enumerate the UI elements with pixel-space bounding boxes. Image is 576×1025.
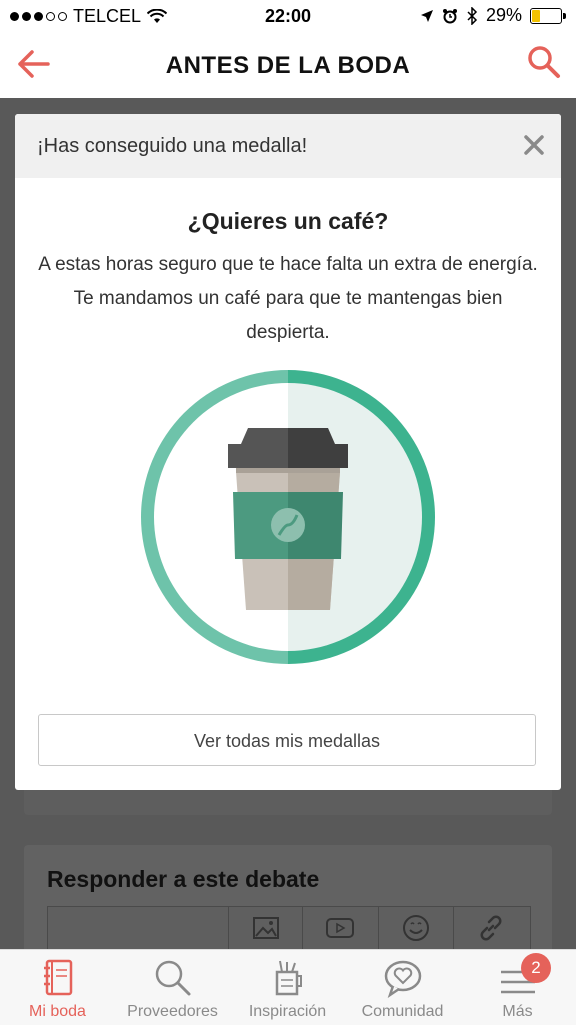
nav-bar: ANTES DE LA BODA — [0, 32, 576, 98]
tab-proveedores[interactable]: Proveedores — [115, 950, 230, 1025]
notebook-icon — [43, 959, 72, 996]
video-icon[interactable] — [302, 906, 377, 950]
coffee-cup-icon — [141, 370, 435, 664]
modal-header-title: ¡Has conseguido una medalla! — [37, 135, 308, 157]
reply-title: Responder a este debate — [47, 866, 320, 892]
medal-modal: ¡Has conseguido una medalla! ¿Quieres un… — [15, 114, 561, 790]
medal-title: ¿Quieres un café? — [187, 208, 389, 234]
tab-mi-boda[interactable]: Mi boda — [0, 950, 115, 1025]
notification-badge: 2 — [521, 953, 551, 983]
search-icon[interactable] — [526, 44, 562, 80]
emoji-icon[interactable] — [378, 906, 453, 950]
tab-label: Más — [502, 1003, 533, 1020]
location-arrow-icon — [420, 9, 433, 22]
image-icon[interactable] — [228, 906, 303, 950]
tab-bar: Mi boda Proveedores Inspiración Comunida… — [0, 949, 576, 1025]
tab-inspiracion[interactable]: Inspiración — [230, 950, 345, 1025]
status-right: 29% — [420, 5, 566, 26]
battery-percent: 29% — [485, 5, 522, 25]
status-bar: TELCEL 22:00 29% — [0, 0, 576, 32]
search-icon — [155, 960, 190, 996]
tab-label: Proveedores — [127, 1003, 218, 1020]
link-icon[interactable] — [453, 906, 528, 950]
tab-label: Mi boda — [29, 1003, 86, 1020]
tab-comunidad[interactable]: Comunidad — [345, 950, 460, 1025]
page-title: ANTES DE LA BODA — [165, 52, 411, 79]
close-icon[interactable] — [521, 132, 547, 158]
modal-header: ¡Has conseguido una medalla! — [15, 114, 561, 178]
chat-heart-icon — [384, 960, 421, 998]
medal-message: A estas horas seguro que te hace falta u… — [38, 254, 538, 343]
tab-label: Comunidad — [361, 1003, 444, 1020]
battery-icon — [530, 7, 566, 24]
tab-mas[interactable]: Más — [460, 950, 575, 1025]
alarm-icon — [442, 8, 457, 23]
view-all-medals-button[interactable]: Ver todas mis medallas — [38, 714, 536, 766]
bluetooth-icon — [467, 6, 478, 25]
tab-label: Inspiración — [248, 1003, 327, 1020]
cup-icon — [275, 960, 302, 996]
